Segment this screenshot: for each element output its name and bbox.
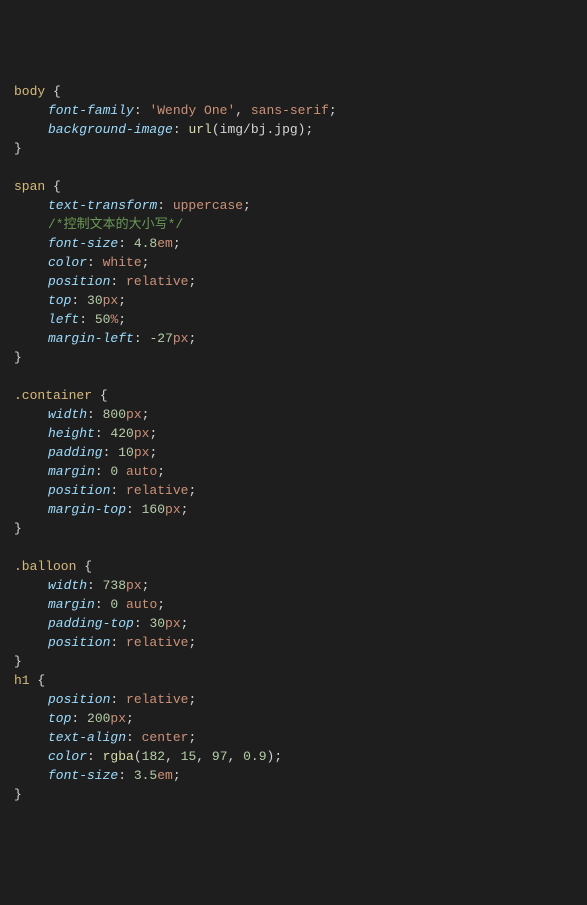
declaration-line: background-image: url(img/bj.jpg); <box>14 120 573 139</box>
selector-line: .container { <box>14 386 573 405</box>
blank-line <box>14 158 573 177</box>
declaration-line: position: relative; <box>14 272 573 291</box>
declaration-line: margin: 0 auto; <box>14 462 573 481</box>
declaration-line: font-family: 'Wendy One', sans-serif; <box>14 101 573 120</box>
declaration-line: text-align: center; <box>14 728 573 747</box>
declaration-line: width: 738px; <box>14 576 573 595</box>
declaration-line: position: relative; <box>14 481 573 500</box>
declaration-line: margin-left: -27px; <box>14 329 573 348</box>
declaration-line: position: relative; <box>14 690 573 709</box>
declaration-line: top: 200px; <box>14 709 573 728</box>
declaration-line: top: 30px; <box>14 291 573 310</box>
brace-close: } <box>14 652 573 671</box>
brace-close: } <box>14 348 573 367</box>
declaration-line: text-transform: uppercase; <box>14 196 573 215</box>
declaration-line: height: 420px; <box>14 424 573 443</box>
blank-line <box>14 367 573 386</box>
selector-line: span { <box>14 177 573 196</box>
declaration-line: margin-top: 160px; <box>14 500 573 519</box>
selector-line: body { <box>14 82 573 101</box>
declaration-line: font-size: 4.8em; <box>14 234 573 253</box>
declaration-line: padding: 10px; <box>14 443 573 462</box>
declaration-line: color: rgba(182, 15, 97, 0.9); <box>14 747 573 766</box>
selector-line: .balloon { <box>14 557 573 576</box>
brace-close: } <box>14 785 573 804</box>
comment-line: /*控制文本的大小写*/ <box>14 215 573 234</box>
blank-line <box>14 538 573 557</box>
selector-line: h1 { <box>14 671 573 690</box>
declaration-line: width: 800px; <box>14 405 573 424</box>
declaration-line: color: white; <box>14 253 573 272</box>
code-block: body {font-family: 'Wendy One', sans-ser… <box>14 82 573 804</box>
declaration-line: margin: 0 auto; <box>14 595 573 614</box>
brace-close: } <box>14 519 573 538</box>
declaration-line: position: relative; <box>14 633 573 652</box>
declaration-line: font-size: 3.5em; <box>14 766 573 785</box>
declaration-line: left: 50%; <box>14 310 573 329</box>
declaration-line: padding-top: 30px; <box>14 614 573 633</box>
brace-close: } <box>14 139 573 158</box>
